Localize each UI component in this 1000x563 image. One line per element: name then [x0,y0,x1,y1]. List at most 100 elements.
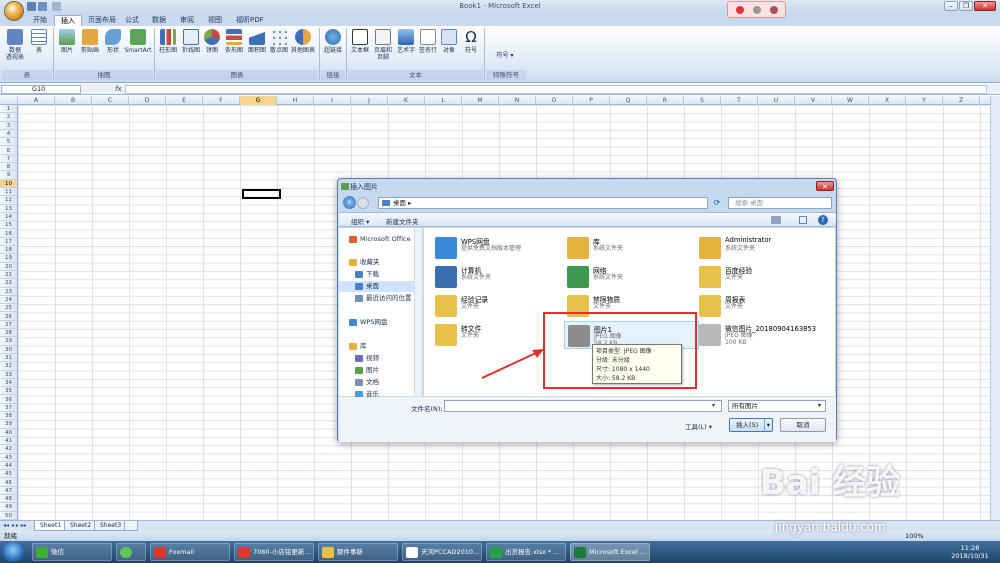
column-header-p[interactable]: P [573,96,610,105]
clipart-button[interactable]: 剪贴画 [79,29,101,54]
row-header-13[interactable]: 13 [0,205,17,213]
table-button[interactable]: 表 [29,29,49,54]
nav-item-9[interactable]: 文档 [339,377,423,388]
nav-item-7[interactable]: 视频 [339,353,423,364]
row-header-8[interactable]: 8 [0,163,17,172]
row-header-29[interactable]: 29 [0,337,17,346]
recorder-widget[interactable] [727,1,786,18]
undo-icon[interactable] [38,2,47,11]
column-header-k[interactable]: K [388,96,425,105]
tab-home[interactable]: 开始 [27,15,53,26]
column-header-f[interactable]: F [203,96,240,105]
cancel-button[interactable]: 取消 [780,418,826,432]
taskbar-folder[interactable]: 那件事新 [318,543,398,561]
row-header-17[interactable]: 17 [0,238,17,247]
taskbar-browser[interactable]: 7080-小店铭更新... [234,543,314,561]
help-icon[interactable]: ? [818,215,828,225]
textbox-button[interactable]: 文本框 [349,29,371,54]
column-header-j[interactable]: J [351,96,388,105]
row-header-10[interactable]: 10 [0,179,17,188]
row-header-36[interactable]: 36 [0,396,17,404]
row-header-33[interactable]: 33 [0,371,17,379]
column-header-b[interactable]: B [55,96,92,105]
wordart-button[interactable]: 艺术字 [395,29,417,54]
column-header-r[interactable]: R [647,96,684,105]
taskbar-foxmail[interactable]: Foxmail [150,543,230,561]
tab-review[interactable]: 审阅 [174,15,200,26]
insert-function-button[interactable]: fx [115,85,122,93]
tab-foxit-pdf[interactable]: 福昕PDF [230,15,270,26]
row-header-38[interactable]: 38 [0,412,17,421]
file-item-0[interactable]: WPS网盘 提供免费文档版本管理 [432,234,567,262]
sheet-tab-2[interactable]: Sheet2 [64,521,98,531]
column-header-g[interactable]: G [240,96,277,105]
redo-icon[interactable] [52,2,61,11]
column-header-m[interactable]: M [462,96,499,105]
row-header-43[interactable]: 43 [0,454,17,462]
nav-item-4[interactable]: 最近访问的位置 [339,293,423,304]
row-header-45[interactable]: 45 [0,470,17,479]
bar-chart-button[interactable]: 条形图 [223,29,245,54]
filename-input[interactable] [444,400,722,412]
row-header-9[interactable]: 9 [0,171,17,180]
insert-split-arrow[interactable]: ▾ [763,419,770,431]
save-icon[interactable] [27,2,36,11]
header-footer-button[interactable]: 页眉和 页脚 [371,29,395,61]
record-icon[interactable] [735,5,744,14]
tab-data[interactable]: 数据 [146,15,172,26]
line-chart-button[interactable]: 折线图 [180,29,202,54]
file-item-5[interactable]: 百度经验 文件夹 [696,263,831,291]
back-button[interactable]: ‹ [343,196,356,209]
symbol-button[interactable]: Ω 符号 [461,29,481,54]
organize-button[interactable]: 组织 ▾ [351,216,369,226]
filter-dropdown-icon[interactable]: ▾ [818,402,821,409]
file-item-1[interactable]: 库系统文件夹 [564,234,699,262]
row-header-41[interactable]: 41 [0,437,17,446]
tab-formulas[interactable]: 公式 [119,15,145,26]
file-item-4[interactable]: 网络 系统文件夹 [564,263,699,291]
row-header-11[interactable]: 11 [0,188,17,197]
restore-button[interactable]: ❐ [959,1,973,11]
vertical-scrollbar[interactable] [990,96,1000,520]
system-clock[interactable]: 11:28 2018/10/31 [945,544,995,560]
row-header-7[interactable]: 7 [0,155,17,164]
dialog-close-button[interactable]: ✕ [816,181,834,191]
row-header-23[interactable]: 23 [0,288,17,296]
column-header-x[interactable]: X [869,96,906,105]
column-chart-button[interactable]: 柱形图 [157,29,179,54]
row-header-14[interactable]: 14 [0,213,17,222]
row-header-22[interactable]: 22 [0,279,17,288]
picture-button[interactable]: 图片 [57,29,77,54]
stop-icon[interactable] [769,5,778,14]
minimize-button[interactable]: – [944,1,958,11]
formula-input[interactable] [125,85,987,94]
hyperlink-button[interactable]: 超链接 [322,29,344,54]
new-folder-button[interactable]: 新建文件夹 [386,216,419,226]
insert-button[interactable]: 插入(S) ▾ [729,418,773,432]
row-header-47[interactable]: 47 [0,487,17,496]
row-header-1[interactable]: 1 [0,105,17,114]
column-header-n[interactable]: N [499,96,536,105]
nav-item-2[interactable]: 下载 [339,269,423,280]
taskbar-pccad[interactable]: 天河PCCAD2010... [402,543,482,561]
column-header-o[interactable]: O [536,96,573,105]
pause-icon[interactable] [752,5,761,14]
column-header-v[interactable]: V [795,96,832,105]
forward-button[interactable] [357,197,369,209]
tab-page-layout[interactable]: 页面布局 [82,15,122,26]
row-header-16[interactable]: 16 [0,230,17,238]
view-options-icon[interactable] [771,216,781,224]
nav-item-0[interactable]: Microsoft Office [339,234,423,245]
start-button[interactable] [2,542,24,562]
row-header-19[interactable]: 19 [0,254,17,263]
file-item-11[interactable]: 微信图片_20180904163853 JPEG 图像 100 KB [696,321,831,349]
file-item-3[interactable]: 计算机 系统文件夹 [432,263,567,291]
row-header-4[interactable]: 4 [0,130,17,139]
column-header-d[interactable]: D [129,96,166,105]
row-header-21[interactable]: 21 [0,271,17,280]
row-header-40[interactable]: 40 [0,429,17,437]
row-header-2[interactable]: 2 [0,113,17,122]
nav-item-1[interactable]: 收藏夹 [339,257,423,268]
scatter-chart-button[interactable]: 散点图 [268,29,290,54]
row-header-49[interactable]: 49 [0,503,17,512]
